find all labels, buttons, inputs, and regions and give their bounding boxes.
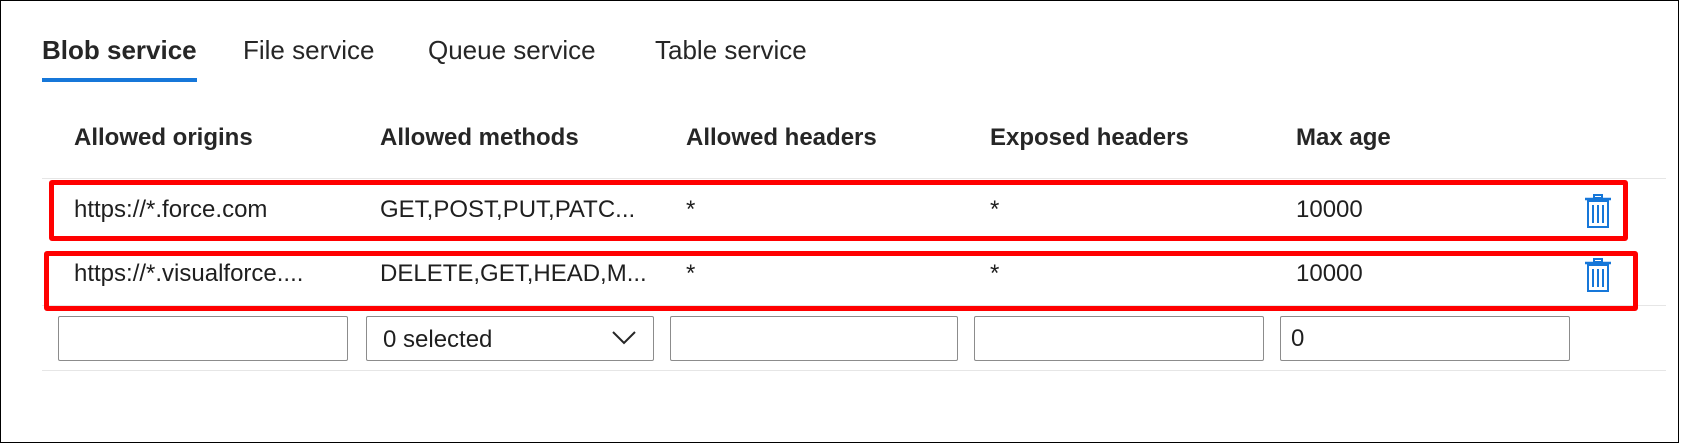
column-header-allowed-origins: Allowed origins <box>74 124 253 151</box>
tab-file-service[interactable]: File service <box>243 30 374 82</box>
cell-exposed-headers[interactable]: * <box>990 260 999 288</box>
allowed-headers-input[interactable] <box>670 316 958 361</box>
allowed-methods-dropdown[interactable]: 0 selected <box>366 316 654 361</box>
cell-max-age[interactable]: 10000 <box>1296 260 1363 288</box>
cell-allowed-methods[interactable]: DELETE,GET,HEAD,M... <box>380 260 647 288</box>
header-divider <box>42 178 1666 179</box>
column-header-allowed-methods: Allowed methods <box>380 124 579 151</box>
tab-table-service[interactable]: Table service <box>655 30 807 82</box>
tab-queue-service[interactable]: Queue service <box>428 30 596 82</box>
trash-icon[interactable] <box>1584 258 1612 292</box>
max-age-input[interactable] <box>1280 316 1570 361</box>
tab-blob-service[interactable]: Blob service <box>42 30 197 82</box>
cell-allowed-methods[interactable]: GET,POST,PUT,PATC... <box>380 196 635 224</box>
cell-allowed-headers[interactable]: * <box>686 260 695 288</box>
chevron-down-icon <box>612 331 636 345</box>
allowed-methods-selected-text: 0 selected <box>383 326 493 353</box>
trash-icon[interactable] <box>1584 194 1612 228</box>
allowed-origins-input[interactable] <box>58 316 348 361</box>
column-header-allowed-headers: Allowed headers <box>686 124 877 151</box>
column-header-exposed-headers: Exposed headers <box>990 124 1189 151</box>
exposed-headers-input[interactable] <box>974 316 1264 361</box>
column-header-max-age: Max age <box>1296 124 1391 151</box>
highlight-box-row-1 <box>49 180 1628 241</box>
cell-allowed-origins[interactable]: https://*.force.com <box>74 196 267 224</box>
cell-max-age[interactable]: 10000 <box>1296 196 1363 224</box>
cell-allowed-origins[interactable]: https://*.visualforce.... <box>74 260 303 288</box>
cell-exposed-headers[interactable]: * <box>990 196 999 224</box>
table-bottom-divider <box>42 370 1666 371</box>
cell-allowed-headers[interactable]: * <box>686 196 695 224</box>
